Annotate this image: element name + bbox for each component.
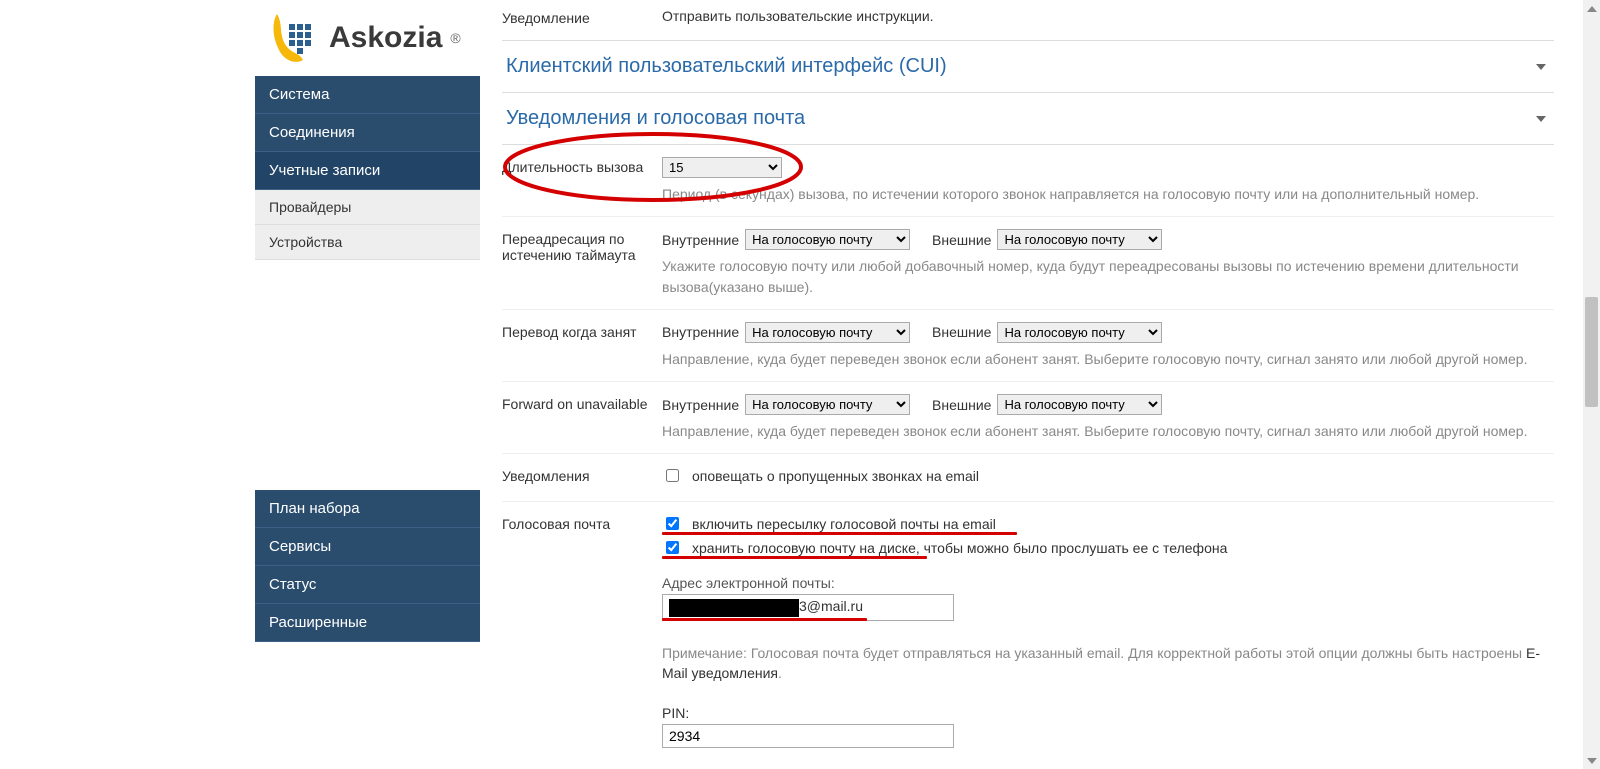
annotation-underline: [662, 532, 1017, 535]
voicemail-email-field[interactable]: 3@mail.ru: [662, 594, 954, 620]
annotation-underline: [662, 618, 867, 621]
voicemail-forward-email-label: включить пересылку голосовой почты на em…: [692, 516, 996, 532]
forward-timeout-external-label: Внешние: [932, 232, 991, 248]
sidebar-item-accounts[interactable]: Учетные записи: [255, 152, 480, 190]
sidebar-subitem-providers[interactable]: Провайдеры: [255, 190, 480, 225]
row-forward-timeout: Переадресация по истечению таймаута Внут…: [502, 217, 1554, 310]
section-cui[interactable]: Клиентский пользовательский интерфейс (C…: [502, 41, 1554, 93]
forward-unavailable-external-label: Внешние: [932, 397, 991, 413]
chevron-down-icon: [1536, 64, 1546, 70]
voicemail-pin-field[interactable]: [662, 724, 954, 748]
notification-row: Уведомление Отправить пользовательские и…: [502, 0, 1554, 41]
forward-unavailable-hint: Направление, куда будет переведен звонок…: [662, 421, 1554, 441]
sidebar-item-services[interactable]: Сервисы: [255, 528, 480, 566]
voicemail-forward-email-checkbox[interactable]: [666, 517, 679, 530]
section-notifications-voicemail[interactable]: Уведомления и голосовая почта: [502, 93, 1554, 145]
call-duration-select[interactable]: 15: [662, 157, 782, 178]
forward-timeout-label: Переадресация по истечению таймаута: [502, 229, 662, 297]
forward-busy-hint: Направление, куда будет переведен звонок…: [662, 349, 1554, 369]
forward-timeout-internal-label: Внутренние: [662, 232, 739, 248]
row-forward-busy: Перевод когда занят Внутренние На голосо…: [502, 310, 1554, 382]
voicemail-label: Голосовая почта: [502, 514, 662, 748]
forward-unavailable-internal-label: Внутренние: [662, 397, 739, 413]
sidebar-item-status[interactable]: Статус: [255, 566, 480, 604]
section-cui-title: Клиентский пользовательский интерфейс (C…: [506, 55, 947, 78]
scroll-track[interactable]: [1583, 17, 1600, 752]
scroll-thumb[interactable]: [1585, 297, 1598, 407]
forward-busy-external-select[interactable]: На голосовую почту: [997, 322, 1162, 343]
row-forward-unavailable: Forward on unavailable Внутренние На гол…: [502, 382, 1554, 454]
registered-icon: ®: [450, 30, 460, 46]
missed-calls-email-label: оповещать о пропущенных звонках на email: [692, 468, 979, 484]
notification-label: Уведомление: [502, 8, 662, 26]
scroll-up-button[interactable]: [1583, 0, 1600, 17]
annotation-underline: [662, 556, 927, 559]
forward-timeout-hint: Укажите голосовую почту или любой добаво…: [662, 256, 1554, 297]
notifications-label: Уведомления: [502, 466, 662, 489]
voicemail-email-suffix: 3@mail.ru: [799, 598, 863, 614]
voicemail-email-label: Адрес электронной почты:: [662, 575, 1554, 591]
forward-unavailable-external-select[interactable]: На голосовую почту: [997, 394, 1162, 415]
row-voicemail: Голосовая почта включить пересылку голос…: [502, 502, 1554, 760]
scrollbar[interactable]: [1583, 0, 1600, 769]
notification-action[interactable]: Отправить пользовательские инструкции.: [662, 8, 1554, 26]
sidebar-subitem-devices[interactable]: Устройства: [255, 225, 480, 260]
phone-dialpad-icon: [265, 10, 321, 66]
voicemail-store-disk-checkbox[interactable]: [666, 541, 679, 554]
forward-unavailable-label: Forward on unavailable: [502, 394, 662, 441]
call-duration-hint: Период (в секундах) вызова, по истечении…: [662, 184, 1554, 204]
forward-timeout-external-select[interactable]: На голосовую почту: [997, 229, 1162, 250]
voicemail-store-disk-label: хранить голосовую почту на диске, чтобы …: [692, 540, 1227, 556]
brand-logo: Askozia ®: [255, 0, 480, 76]
row-notifications: Уведомления оповещать о пропущенных звон…: [502, 454, 1554, 502]
sidebar-item-connections[interactable]: Соединения: [255, 114, 480, 152]
call-duration-label: Длительность вызова: [502, 157, 662, 204]
sidebar-item-dialplan[interactable]: План набора: [255, 490, 480, 528]
row-call-duration: Длительность вызова 15 Период (в секунда…: [502, 145, 1554, 217]
forward-busy-external-label: Внешние: [932, 324, 991, 340]
redacted-icon: [669, 599, 799, 617]
scroll-down-button[interactable]: [1583, 752, 1600, 769]
missed-calls-email-checkbox[interactable]: [666, 469, 679, 482]
voicemail-note: Примечание: Голосовая почта будет отправ…: [662, 643, 1554, 684]
forward-busy-label: Перевод когда занят: [502, 322, 662, 369]
forward-timeout-internal-select[interactable]: На голосовую почту: [745, 229, 910, 250]
chevron-down-icon: [1536, 116, 1546, 122]
sidebar-item-advanced[interactable]: Расширенные: [255, 604, 480, 642]
voicemail-pin-label: PIN:: [662, 705, 1554, 721]
brand-name: Askozia: [329, 23, 442, 53]
forward-unavailable-internal-select[interactable]: На голосовую почту: [745, 394, 910, 415]
forward-busy-internal-select[interactable]: На голосовую почту: [745, 322, 910, 343]
sidebar-item-system[interactable]: Система: [255, 76, 480, 114]
forward-busy-internal-label: Внутренние: [662, 324, 739, 340]
section-nv-title: Уведомления и голосовая почта: [506, 107, 805, 130]
